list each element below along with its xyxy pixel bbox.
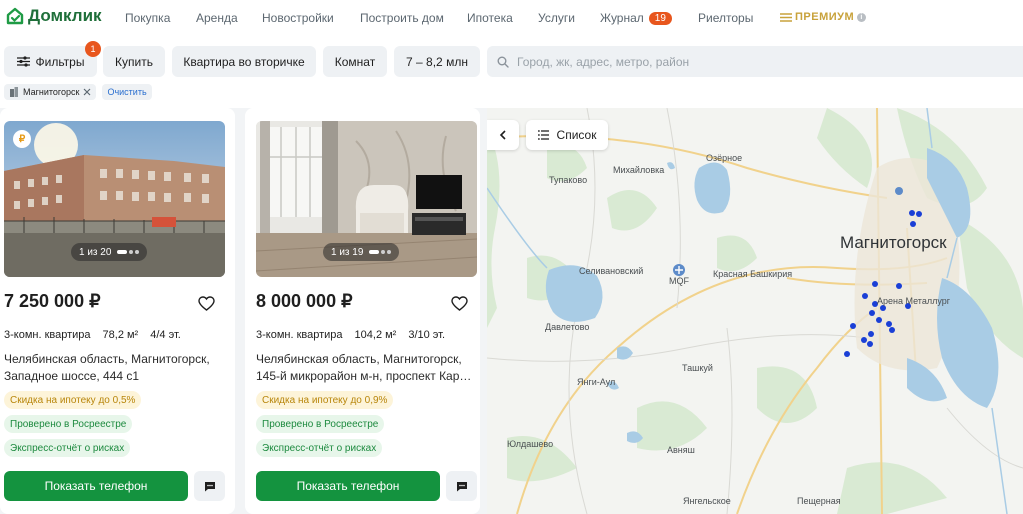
map-canvas[interactable] — [487, 108, 1023, 514]
listing-card[interactable]: ₽ 1 из 20 7 250 000 ₽ 3-комн. квартира 7… — [0, 108, 235, 514]
map-place-label: Ташкуй — [682, 363, 713, 373]
nav-build-house[interactable]: Построить дом — [360, 11, 444, 25]
search-input[interactable] — [517, 54, 997, 69]
map-place-label: Селивановский — [579, 266, 644, 276]
premium-link[interactable]: ПРЕМИУМ i — [780, 11, 867, 23]
mortgage-discount-tag: Скидка на ипотеку до 0,5% — [4, 391, 142, 409]
listing-rooms: 3-комн. квартира — [256, 329, 343, 341]
info-icon[interactable]: i — [857, 12, 867, 22]
map-poi-label: Арена Металлург — [877, 296, 951, 306]
listing-address: Челябинская область, Магнитогорск, 145-й… — [256, 352, 472, 383]
premium-label: ПРЕМИУМ — [795, 11, 855, 23]
top-navigation: Домклик Покупка Аренда Новостройки Постр… — [0, 0, 1023, 36]
logo-text: Домклик — [28, 6, 102, 25]
map-place-label: Янгельское — [683, 496, 731, 506]
rosreestr-verified-tag: Проверено в Росреестре — [256, 415, 385, 433]
nav-mortgage[interactable]: Ипотека — [467, 11, 513, 25]
photo-counter-text: 1 из 19 — [331, 246, 364, 258]
map-place-label: Пещерная — [797, 496, 841, 506]
ruble-badge-icon: ₽ — [13, 130, 31, 148]
map-place-label: Юлдашево — [507, 439, 554, 449]
listing-price: 7 250 000 ₽ — [4, 291, 101, 311]
risk-report-tag: Экспресс-отчёт о рисках — [4, 439, 131, 457]
photo-counter-text: 1 из 20 — [79, 246, 112, 258]
nav-services[interactable]: Услуги — [538, 11, 575, 25]
map-place-label: Красная Башкирия — [713, 269, 793, 279]
map-view[interactable]: Список Магнитогорск Озёрное Михайловка Т… — [487, 108, 1023, 514]
building-icon — [10, 87, 18, 97]
chat-icon — [204, 481, 215, 491]
mortgage-discount-tag: Скидка на ипотеку до 0,9% — [256, 391, 394, 409]
favorite-heart-icon[interactable] — [451, 296, 468, 311]
photo-pager-dots[interactable] — [117, 250, 140, 254]
map-place-label: Давлетово — [545, 322, 590, 332]
map-place-label: Тупаково — [549, 175, 588, 185]
listing-params: 3-комн. квартира 78,2 м² 4/4 эт. — [4, 329, 181, 341]
chevron-left-icon — [499, 130, 506, 140]
listing-price: 8 000 000 ₽ — [256, 291, 353, 311]
nav-buy[interactable]: Покупка — [125, 11, 170, 25]
rooms-button[interactable]: Комнат — [323, 46, 387, 77]
rosreestr-verified-tag: Проверено в Росреестре — [4, 415, 133, 433]
photo-counter: 1 из 19 — [323, 243, 400, 261]
nav-new-buildings[interactable]: Новостройки — [262, 11, 334, 25]
journal-count-badge: 19 — [648, 12, 672, 25]
property-type-button[interactable]: Квартира во вторичке — [172, 46, 316, 77]
sliders-icon — [16, 56, 30, 67]
listing-photo[interactable]: 1 из 19 — [256, 121, 477, 277]
list-view-button[interactable]: Список — [526, 120, 608, 150]
chat-button[interactable] — [446, 471, 477, 501]
collapse-map-button[interactable] — [487, 120, 519, 150]
map-place-label: Озёрное — [706, 153, 743, 163]
listing-floor: 3/10 эт. — [408, 329, 446, 341]
search-box[interactable] — [487, 46, 1023, 77]
listing-photo[interactable]: ₽ 1 из 20 — [4, 121, 225, 277]
applied-filter-chips: Магнитогорск Очистить — [4, 84, 152, 100]
domclick-logo[interactable]: Домклик — [6, 6, 102, 26]
price-range-button[interactable]: 7 – 8,2 млн — [394, 46, 480, 77]
city-chip[interactable]: Магнитогорск — [4, 84, 97, 100]
listing-area: 78,2 м² — [102, 329, 139, 341]
list-view-label: Список — [556, 128, 597, 142]
filters-button[interactable]: Фильтры 1 — [4, 41, 101, 77]
map-city-label: Магнитогорск — [840, 233, 947, 252]
map-place-label: Михайловка — [613, 165, 665, 175]
close-icon[interactable] — [83, 88, 91, 96]
nav-rent[interactable]: Аренда — [196, 11, 238, 25]
house-logo-icon — [6, 7, 24, 25]
city-chip-label: Магнитогорск — [23, 87, 80, 97]
map-place-label: Авняш — [667, 445, 695, 455]
filter-bar: Фильтры 1 Купить Квартира во вторичке Ко… — [0, 41, 1023, 78]
deal-type-buy-button[interactable]: Купить — [103, 46, 165, 77]
listing-area: 104,2 м² — [354, 329, 397, 341]
search-icon — [497, 56, 509, 68]
list-icon — [537, 130, 549, 140]
risk-report-tag: Экспресс-отчёт о рисках — [256, 439, 383, 457]
listing-address: Челябинская область, Магнитогорск, Запад… — [4, 352, 210, 383]
photo-pager-dots[interactable] — [369, 250, 392, 254]
premium-stripes-icon — [780, 12, 792, 22]
filters-label: Фильтры — [35, 54, 85, 69]
chat-icon — [456, 481, 467, 491]
favorite-heart-icon[interactable] — [198, 296, 215, 311]
nav-journal-label: Журнал — [600, 11, 644, 25]
nav-realtors[interactable]: Риелторы — [698, 11, 753, 25]
listing-rooms: 3-комн. квартира — [4, 329, 91, 341]
listing-card[interactable]: 1 из 19 8 000 000 ₽ 3-комн. квартира 104… — [245, 108, 480, 514]
nav-journal[interactable]: Журнал 19 — [600, 11, 672, 25]
listing-params: 3-комн. квартира 104,2 м² 3/10 эт. — [256, 329, 445, 341]
photo-counter: 1 из 20 — [71, 243, 148, 261]
show-phone-button[interactable]: Показать телефон — [4, 471, 188, 501]
clear-filters-button[interactable]: Очистить — [102, 84, 152, 100]
show-phone-button[interactable]: Показать телефон — [256, 471, 440, 501]
map-place-label: MQF — [669, 276, 689, 286]
map-place-label: Янги-Аул — [577, 377, 616, 387]
filters-count-badge: 1 — [85, 41, 101, 57]
chat-button[interactable] — [194, 471, 225, 501]
listing-floor: 4/4 эт. — [150, 329, 181, 341]
listings-pane: ₽ 1 из 20 7 250 000 ₽ 3-комн. квартира 7… — [0, 108, 487, 514]
